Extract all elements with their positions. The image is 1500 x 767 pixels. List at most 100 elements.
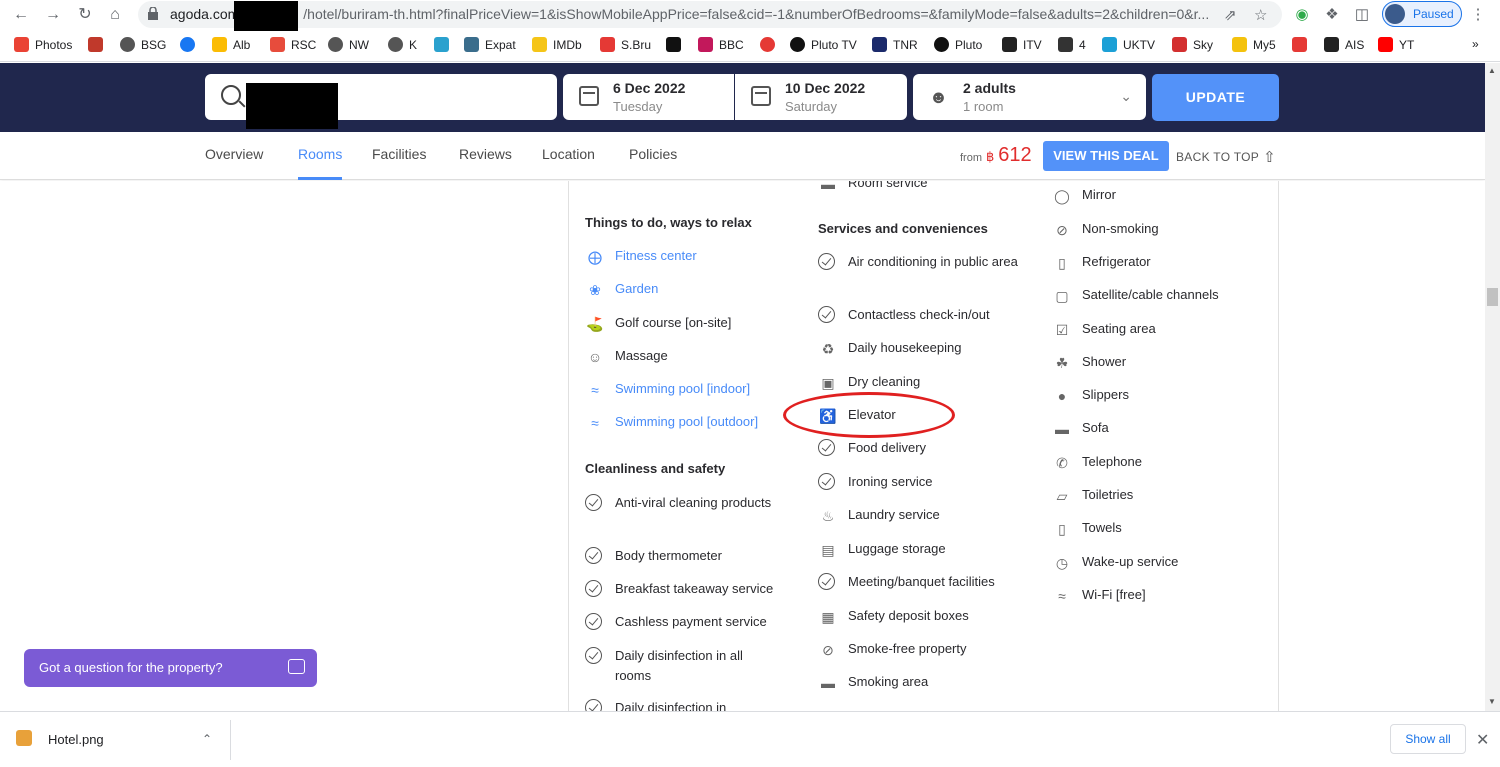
checkin-field[interactable]: 6 Dec 2022 Tuesday	[563, 74, 734, 120]
bookmark[interactable]	[180, 37, 201, 55]
people-icon: ☻	[929, 87, 948, 107]
tab-overview[interactable]: Overview	[205, 146, 263, 162]
bookmark[interactable]: 4	[1058, 37, 1086, 55]
address-bar[interactable]: agoda.com/hotel/buriram-th.html?finalPri…	[138, 1, 1282, 31]
menu-icon[interactable]: ⋮	[1468, 5, 1488, 25]
page-scrollbar[interactable]: ▲ ▼	[1485, 63, 1500, 711]
close-icon[interactable]: ✕	[1476, 730, 1489, 750]
bookmark[interactable]: Sky	[1172, 37, 1213, 55]
bookmark[interactable]: TNR	[872, 37, 918, 55]
share-icon[interactable]: ⇗	[1224, 6, 1237, 24]
chevron-up-icon[interactable]: ⌃	[202, 732, 212, 746]
facility-label: Safety deposit boxes	[848, 608, 969, 623]
search-icon	[221, 85, 241, 105]
bookmark[interactable]: NW	[328, 37, 369, 55]
facility-label: Daily housekeeping	[848, 340, 962, 355]
tab-rooms[interactable]: Rooms	[298, 146, 342, 162]
bookmark[interactable]: Pluto	[934, 37, 982, 55]
facility-item: Meeting/banquet facilities	[818, 572, 995, 592]
bookmark[interactable]: K	[388, 37, 417, 55]
back-icon[interactable]: ←	[10, 4, 32, 26]
facility-label: Refrigerator	[1082, 254, 1151, 269]
bookmark[interactable]: Photos	[14, 37, 72, 55]
url-path: /hotel/buriram-th.html?finalPriceView=1&…	[303, 6, 1210, 22]
bookmark[interactable]: My5	[1232, 37, 1276, 55]
facility-item[interactable]: ❀ Garden	[589, 279, 658, 299]
facility-item[interactable]: ⨁ Fitness center	[588, 246, 697, 266]
guests-selector[interactable]: ☻ 2 adults 1 room ⌄	[913, 74, 1146, 120]
check-icon	[585, 647, 602, 664]
wifi-icon: ≈	[1058, 588, 1066, 604]
facility-item: ▬ Sofa	[1055, 418, 1109, 438]
scrollbar-thumb[interactable]	[1487, 288, 1498, 306]
facility-item[interactable]: ≈ Swimming pool [outdoor]	[591, 412, 758, 432]
facility-label: Laundry service	[848, 507, 940, 522]
star-icon[interactable]: ☆	[1254, 6, 1267, 24]
download-bar: Hotel.png ⌃ Show all ✕	[0, 711, 1500, 767]
facility-item: ⛳ Golf course [on-site]	[586, 313, 732, 333]
bookmarks-overflow[interactable]: »	[1472, 37, 1479, 55]
tab-location[interactable]: Location	[542, 146, 595, 162]
bookmark[interactable]	[1292, 37, 1313, 55]
bookmark[interactable]: Alb	[212, 37, 250, 55]
housekeeping-icon: ♻	[821, 341, 835, 357]
home-icon[interactable]: ⌂	[104, 4, 126, 26]
bookmark[interactable]: AIS	[1324, 37, 1364, 55]
bookmark[interactable]: BSG	[120, 37, 166, 55]
check-icon	[818, 439, 835, 456]
bookmark[interactable]: S.Bru	[600, 37, 651, 55]
facility-item: ✆ Telephone	[1056, 452, 1142, 472]
ask-property-button[interactable]: Got a question for the property?	[24, 649, 317, 687]
bookmark[interactable]	[760, 37, 781, 55]
no-smoking-icon: ⊘	[822, 642, 834, 658]
redaction-box	[234, 1, 298, 31]
bookmark[interactable]: BBC	[698, 37, 744, 55]
check-icon	[585, 547, 602, 564]
tab-policies[interactable]: Policies	[629, 146, 677, 162]
bookmark[interactable]: Pluto TV	[790, 37, 857, 55]
facility-label: Luggage storage	[848, 541, 946, 556]
scroll-down-icon[interactable]: ▼	[1488, 697, 1496, 706]
bookmark[interactable]	[434, 37, 455, 55]
facility-item: ▯ Towels	[1058, 518, 1122, 538]
bookmark[interactable]: RSC	[270, 37, 316, 55]
scroll-up-icon[interactable]: ▲	[1488, 66, 1496, 75]
puzzle-icon[interactable]: ❖	[1322, 5, 1342, 25]
sidepanel-icon[interactable]: ◫	[1352, 5, 1372, 25]
checkin-date: 6 Dec 2022	[613, 80, 686, 96]
back-to-top-link[interactable]: BACK TO TOP ⇧	[1176, 148, 1276, 166]
facility-item[interactable]: ≈ Swimming pool [indoor]	[591, 379, 750, 399]
reload-icon[interactable]: ↻	[74, 4, 96, 26]
view-deal-button[interactable]: VIEW THIS DEAL	[1043, 141, 1169, 171]
bookmark[interactable]: IMDb	[532, 37, 582, 55]
checkout-field[interactable]: 10 Dec 2022 Saturday	[735, 74, 907, 120]
show-all-button[interactable]: Show all	[1390, 724, 1466, 754]
forward-icon[interactable]: →	[42, 4, 64, 26]
bookmark[interactable]: ITV	[1002, 37, 1042, 55]
facility-label: Meeting/banquet facilities	[848, 574, 995, 589]
facility-label: Golf course [on-site]	[615, 315, 732, 330]
facility-item: ☑ Seating area	[1056, 319, 1156, 339]
bookmark[interactable]: YT	[1378, 37, 1414, 55]
facility-item: ▯ Refrigerator	[1058, 252, 1151, 272]
safe-icon: ▦	[821, 609, 835, 625]
facility-label: Wake-up service	[1082, 554, 1179, 569]
profile-button[interactable]: Paused	[1382, 1, 1462, 27]
massage-icon: ☺	[587, 349, 603, 365]
bookmark[interactable]: Expat	[464, 37, 516, 55]
facility-item: Food delivery	[818, 438, 926, 458]
extension-icon[interactable]: ◉	[1292, 5, 1312, 25]
facility-item: Daily disinfection in all rooms	[585, 646, 780, 686]
update-button[interactable]: UPDATE	[1152, 74, 1279, 121]
bookmark[interactable]	[88, 37, 109, 55]
tab-reviews[interactable]: Reviews	[459, 146, 512, 162]
tab-facilities[interactable]: Facilities	[372, 146, 426, 162]
facility-item: ▦ Safety deposit boxes	[821, 606, 969, 626]
bookmark[interactable]	[666, 37, 687, 55]
check-icon	[818, 306, 835, 323]
bookmark-label: RSC	[291, 38, 317, 52]
facilities-panel: Things to do, ways to relax ⨁ Fitness cen…	[568, 181, 1279, 711]
bookmark[interactable]: UKTV	[1102, 37, 1155, 55]
destination-input[interactable]	[205, 74, 557, 129]
facility-label: Toiletries	[1082, 487, 1134, 502]
